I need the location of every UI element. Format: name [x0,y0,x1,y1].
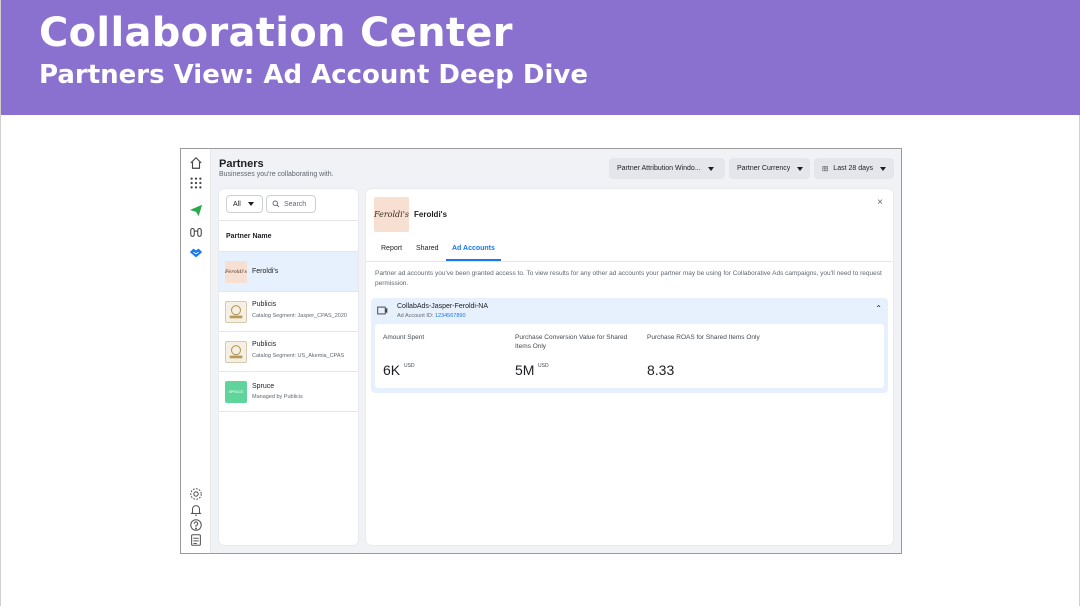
slide: Collaboration Center Partners View: Ad A… [0,0,1080,606]
metric-label-purchase-conversion-value: Purchase Conversion Value for Shared Ite… [515,334,628,350]
metric-value-purchase-conversion-value: 5M [515,362,535,378]
chevron-down-icon [880,166,886,171]
attribution-window-label: Partner Attribution Windo... [617,165,701,172]
partner-list-panel: All Search Partner Name Feroldi's Ferold… [219,189,358,545]
metric-label-purchase-roas: Purchase ROAS for Shared Items Only [647,334,760,341]
report-icon[interactable] [189,533,203,547]
metrics-card: Amount Spent 6K USD Purchase Conversion … [375,324,884,388]
column-header-partner-name[interactable]: Partner Name [219,220,358,252]
tabs-divider [366,261,893,262]
currency-dropdown[interactable]: Partner Currency [729,158,810,179]
help-icon[interactable] [189,518,203,532]
partner-segment: Catalog Segment: US_Akemia_CPAS [252,353,345,359]
binoculars-icon[interactable] [189,225,203,239]
date-range-label: Last 28 days [833,165,873,172]
attribution-window-dropdown[interactable]: Partner Attribution Windo... [609,158,725,179]
chevron-down-icon [707,166,714,171]
slide-title: Collaboration Center [39,10,513,56]
partner-name: Spruce [252,383,275,390]
partner-logo [225,341,247,363]
settings-icon[interactable] [189,487,203,501]
calendar-icon [822,166,828,172]
partner-logo: SPRUCE [225,381,247,403]
ad-account-icon [376,304,389,317]
ad-account-id-row: Ad Account ID: 1234567890 [397,313,466,319]
partner-name: Publicis [252,301,277,308]
metric-value-amount-spent: 6K [383,362,401,378]
handshake-icon[interactable] [189,246,203,260]
partner-row-publicis-1[interactable]: Publicis Catalog Segment: Jasper_CPAS_20… [219,292,358,332]
ad-account-card[interactable]: CollabAds-Jasper-Feroldi-NA Ad Account I… [371,298,888,393]
search-input[interactable]: Search [266,195,316,213]
filter-value: All [233,200,241,208]
partner-name: Publicis [252,341,277,348]
ad-account-id-link[interactable]: 1234567890 [435,313,466,319]
bell-icon[interactable] [189,503,203,517]
send-icon[interactable] [189,203,203,217]
currency-label: Partner Currency [737,165,791,172]
partner-row-publicis-2[interactable]: Publicis Catalog Segment: US_Akemia_CPAS [219,332,358,372]
active-tab-indicator [446,259,501,261]
close-icon[interactable]: × [877,197,883,208]
partner-logo: Feroldi's [225,261,247,283]
home-icon[interactable] [189,156,203,170]
partner-managed-by: Managed by Publicis [252,394,303,400]
apps-grid-icon[interactable] [189,176,203,190]
partner-row-spruce[interactable]: SPRUCE Spruce Managed by Publicis [219,372,358,412]
filter-dropdown[interactable]: All [226,195,263,213]
partner-segment: Catalog Segment: Jasper_CPAS_2020 [252,313,347,319]
page-subtitle: Businesses you're collaborating with. [219,171,334,178]
nav-rail [181,149,211,553]
app-screenshot: Partners Businesses you're collaborating… [180,148,902,554]
partner-logo [225,301,247,323]
chevron-down-icon [247,202,254,206]
partner-detail-panel: Feroldi's Feroldi's × Report Shared Ad A… [366,189,893,545]
metric-unit-purchase-conversion-value: USD [538,363,549,369]
access-notice: Partner ad accounts you've been granted … [375,270,882,287]
title-banner: Collaboration Center Partners View: Ad A… [1,0,1080,115]
tab-ad-accounts[interactable]: Ad Accounts [452,245,495,252]
partner-row-feroldis[interactable]: Feroldi's Feroldi's [219,252,358,292]
tab-shared[interactable]: Shared [416,245,439,252]
publicis-logo-icon [229,345,243,359]
metric-unit-amount-spent: USD [404,363,415,369]
chevron-up-icon[interactable]: ⌃ [875,304,882,313]
chevron-down-icon [797,166,804,171]
search-icon [272,200,280,208]
publicis-logo-icon [229,305,243,319]
metric-label-amount-spent: Amount Spent [383,334,425,341]
partner-detail-name: Feroldi's [414,210,448,219]
ad-account-name: CollabAds-Jasper-Feroldi-NA [397,303,489,310]
partner-name: Feroldi's [252,268,279,275]
page-title: Partners [219,158,264,170]
slide-subtitle: Partners View: Ad Account Deep Dive [39,60,589,90]
ad-account-id-label: Ad Account ID: [397,313,434,319]
partner-logo: Feroldi's [374,197,409,232]
search-placeholder: Search [284,200,307,208]
date-range-dropdown[interactable]: Last 28 days [814,158,894,179]
metric-value-purchase-roas: 8.33 [647,362,675,378]
tab-report[interactable]: Report [381,245,402,252]
